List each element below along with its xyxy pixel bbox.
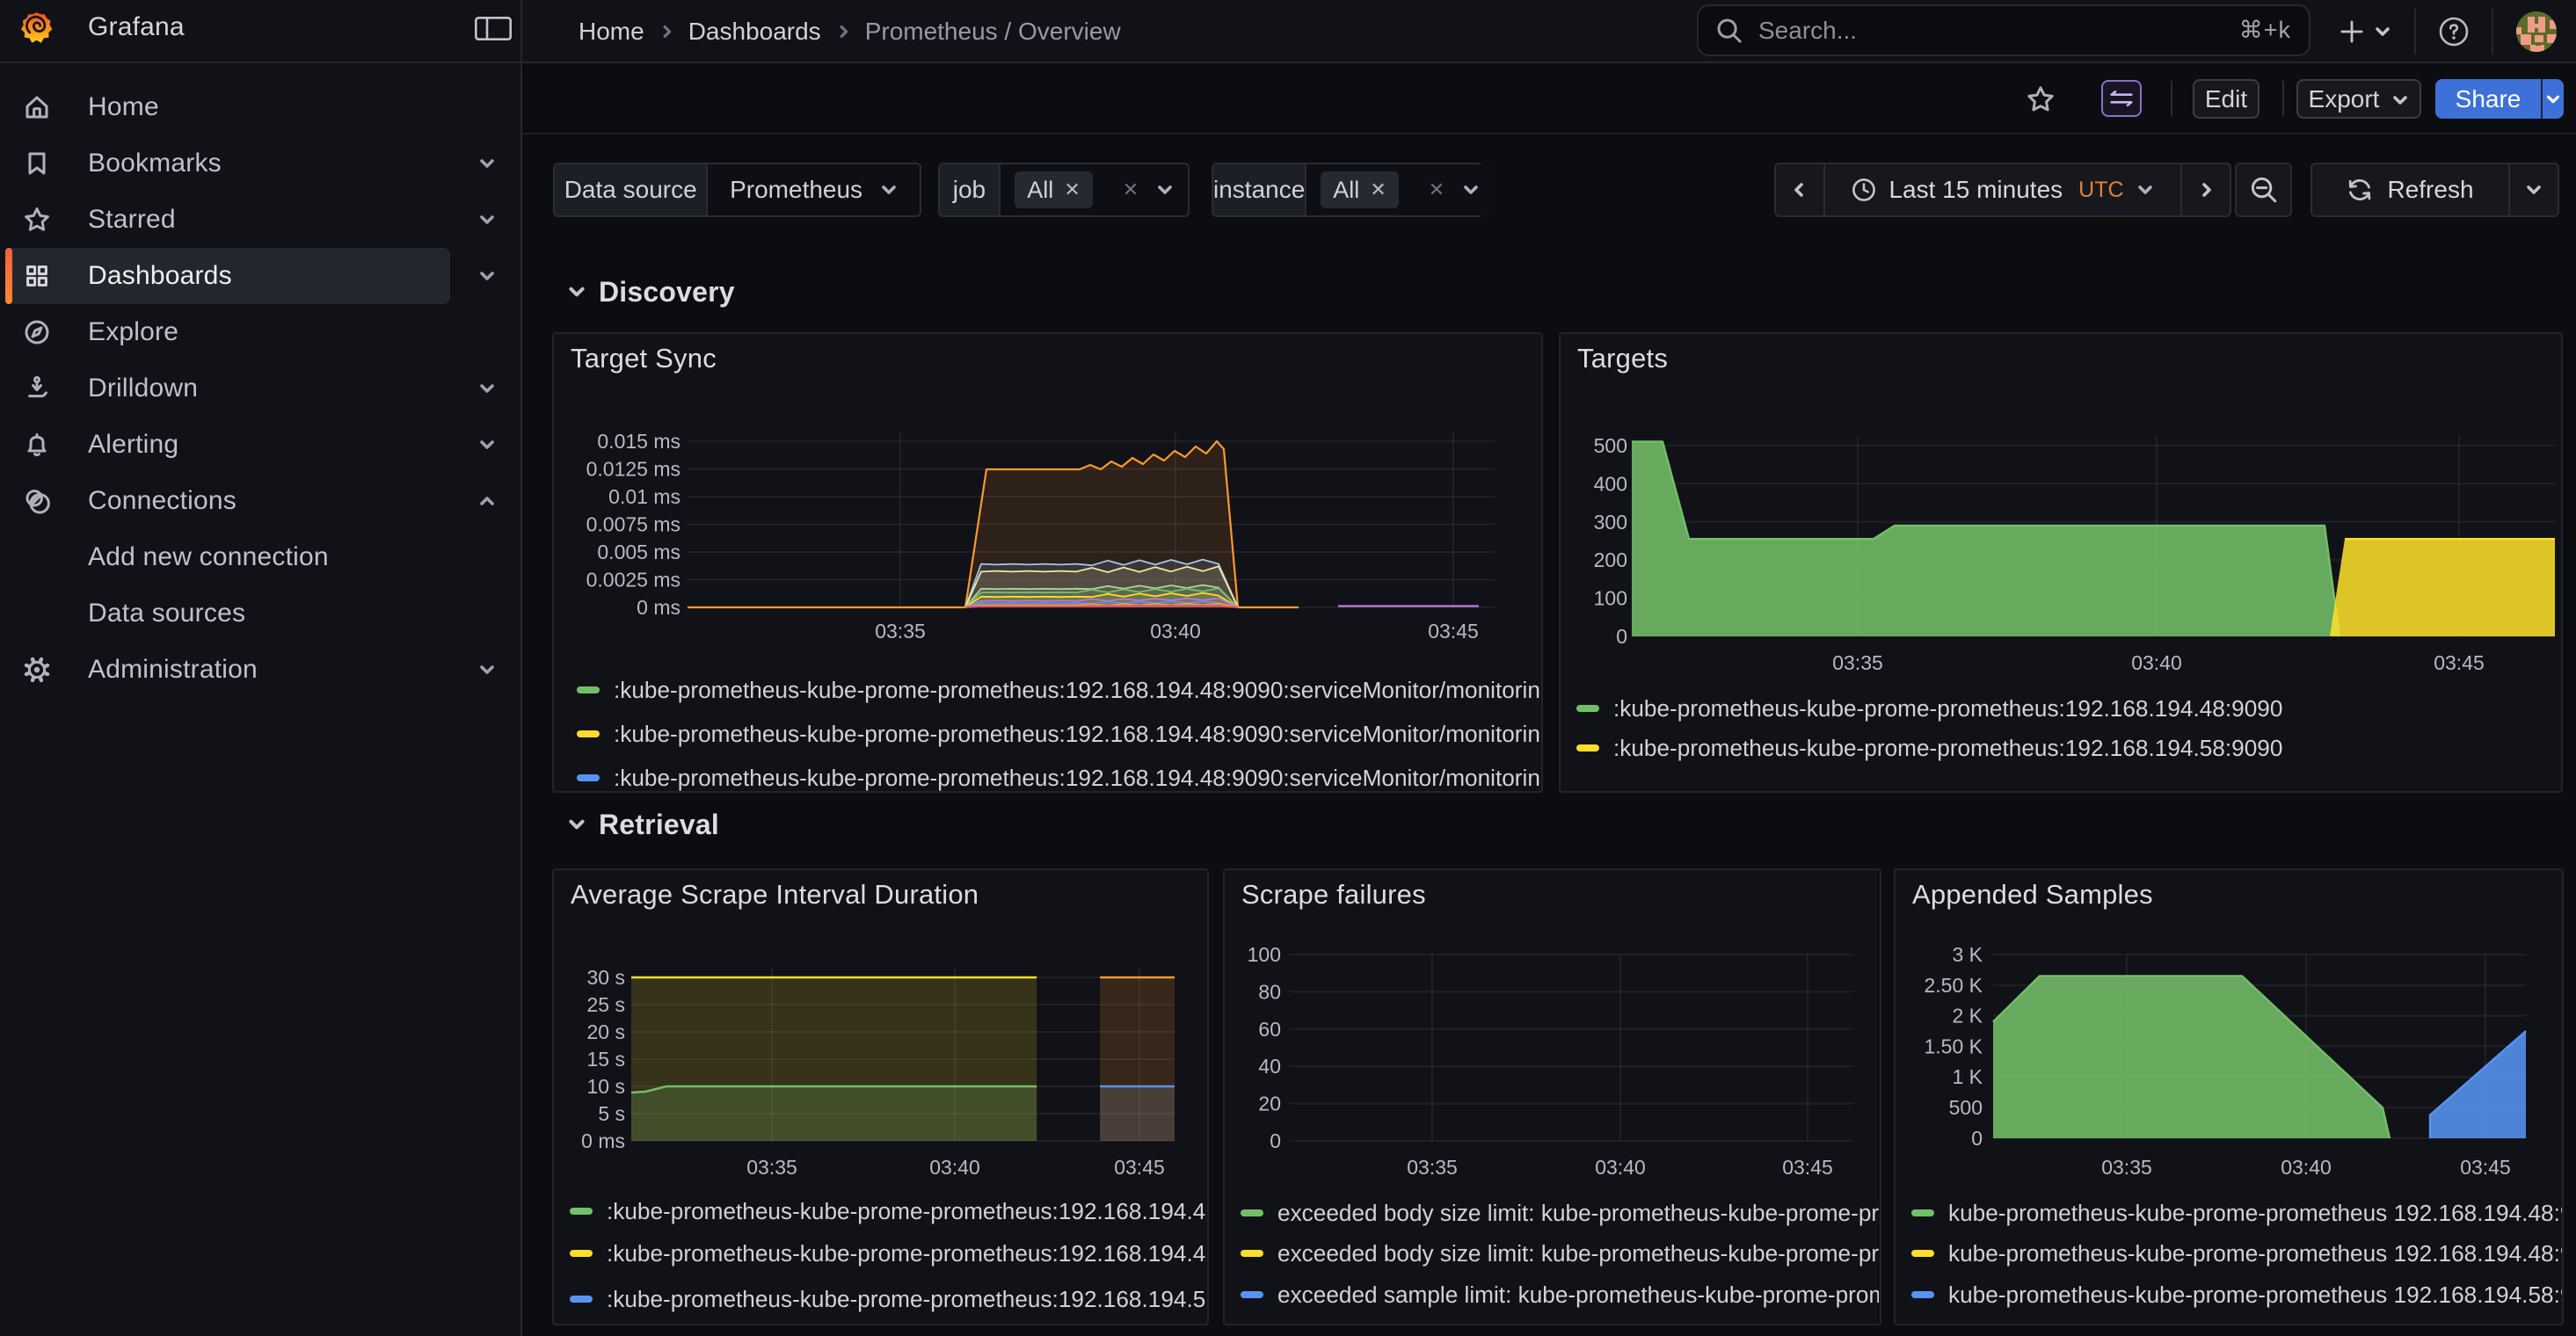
svg-text::kube-prometheus-kube-prome-pr: :kube-prometheus-kube-prome-prometheus:1… [614, 677, 1540, 703]
svg-text:400: 400 [1594, 472, 1627, 495]
svg-text:03:45: 03:45 [1114, 1156, 1165, 1179]
svg-text:3 K: 3 K [1952, 943, 1983, 966]
svg-text:0.015 ms: 0.015 ms [597, 430, 680, 453]
svg-text:03:45: 03:45 [2460, 1156, 2511, 1179]
svg-text:25 s: 25 s [587, 993, 625, 1016]
svg-text:300: 300 [1594, 511, 1627, 534]
svg-text:2 K: 2 K [1952, 1005, 1983, 1027]
svg-text:20: 20 [1258, 1093, 1281, 1115]
svg-text:1 K: 1 K [1952, 1065, 1983, 1088]
svg-text:exceeded body size limit: kube: exceeded body size limit: kube-prometheu… [1277, 1240, 1879, 1267]
svg-text::kube-prometheus-kube-prome-pr: :kube-prometheus-kube-prome-prometheus:1… [614, 765, 1540, 791]
svg-text:0.0125 ms: 0.0125 ms [586, 458, 680, 481]
svg-text:exceeded sample limit: kube-pr: exceeded sample limit: kube-prometheus-k… [1277, 1282, 1879, 1308]
svg-text:03:35: 03:35 [746, 1156, 797, 1179]
svg-text:60: 60 [1258, 1018, 1281, 1041]
svg-text:03:40: 03:40 [2131, 651, 2182, 674]
svg-text:03:45: 03:45 [2434, 651, 2485, 674]
svg-text:2.50 K: 2.50 K [1925, 974, 1983, 997]
svg-text:03:40: 03:40 [1595, 1156, 1646, 1179]
svg-text:10 s: 10 s [587, 1075, 625, 1098]
svg-text::kube-prometheus-kube-prome-pr: :kube-prometheus-kube-prome-prometheus:1… [607, 1286, 1206, 1312]
svg-text:03:35: 03:35 [875, 620, 926, 643]
svg-text:03:35: 03:35 [1832, 651, 1883, 674]
svg-text:40: 40 [1258, 1055, 1281, 1078]
svg-text:100: 100 [1594, 587, 1627, 610]
svg-text:0.0025 ms: 0.0025 ms [586, 569, 680, 592]
svg-text:0 ms: 0 ms [637, 596, 680, 619]
svg-text:1.50 K: 1.50 K [1925, 1035, 1983, 1057]
svg-text::kube-prometheus-kube-prome-pr: :kube-prometheus-kube-prome-prometheus:1… [607, 1240, 1206, 1267]
svg-text:kube-prometheus-kube-prome-pro: kube-prometheus-kube-prome-prometheus 19… [1948, 1282, 2562, 1308]
svg-text:0: 0 [1971, 1127, 1983, 1150]
svg-text:0: 0 [1270, 1129, 1281, 1152]
svg-text:5 s: 5 s [598, 1102, 625, 1125]
svg-text::kube-prometheus-kube-prome-pr: :kube-prometheus-kube-prome-prometheus:1… [1613, 695, 2282, 722]
svg-text:0.01 ms: 0.01 ms [608, 485, 680, 508]
svg-text:100: 100 [1248, 943, 1281, 966]
svg-text:500: 500 [1594, 434, 1627, 457]
svg-text:03:40: 03:40 [2281, 1156, 2332, 1179]
svg-text:0: 0 [1616, 625, 1627, 648]
svg-text:03:40: 03:40 [1150, 620, 1201, 643]
svg-text:03:45: 03:45 [1782, 1156, 1833, 1179]
svg-text:03:35: 03:35 [1407, 1156, 1458, 1179]
svg-text:exceeded body size limit: kube: exceeded body size limit: kube-prometheu… [1277, 1200, 1879, 1226]
svg-text:80: 80 [1258, 980, 1281, 1003]
svg-text:500: 500 [1949, 1096, 1983, 1119]
svg-text:03:40: 03:40 [929, 1156, 980, 1179]
svg-text::kube-prometheus-kube-prome-pr: :kube-prometheus-kube-prome-prometheus:1… [1613, 735, 2282, 761]
svg-text:0.005 ms: 0.005 ms [597, 541, 680, 563]
svg-text:30 s: 30 s [587, 966, 625, 989]
svg-text:20 s: 20 s [587, 1020, 625, 1043]
svg-text:03:35: 03:35 [2101, 1156, 2152, 1179]
svg-text::kube-prometheus-kube-prome-pr: :kube-prometheus-kube-prome-prometheus:1… [614, 721, 1540, 747]
svg-text:kube-prometheus-kube-prome-pro: kube-prometheus-kube-prome-prometheus 19… [1948, 1240, 2562, 1267]
svg-text:0 ms: 0 ms [581, 1129, 625, 1152]
svg-text:15 s: 15 s [587, 1048, 625, 1071]
svg-text::kube-prometheus-kube-prome-pr: :kube-prometheus-kube-prome-prometheus:1… [607, 1198, 1206, 1224]
svg-text:0.0075 ms: 0.0075 ms [586, 513, 680, 536]
svg-text:200: 200 [1594, 548, 1627, 571]
svg-text:kube-prometheus-kube-prome-pro: kube-prometheus-kube-prome-prometheus 19… [1948, 1200, 2562, 1226]
svg-text:03:45: 03:45 [1428, 620, 1479, 643]
